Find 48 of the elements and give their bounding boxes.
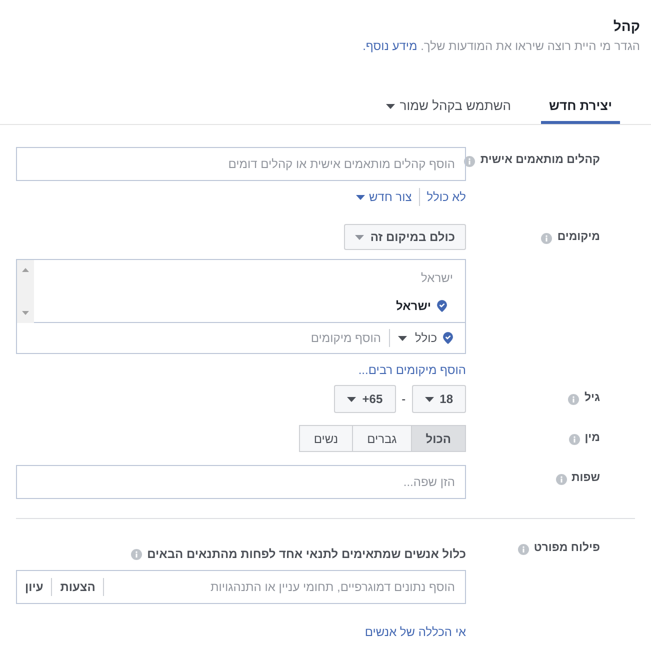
max-age-dropdown[interactable]: +65	[334, 385, 396, 413]
tab[interactable]: השתמש בקהל שמור	[378, 91, 520, 124]
caret-icon	[424, 396, 434, 402]
caret-icon	[347, 396, 356, 402]
location-pin-icon	[437, 300, 447, 312]
learn-more-link[interactable]: מידע נוסף.	[362, 39, 418, 53]
info-icon	[541, 232, 552, 244]
targeting-action-button[interactable]: עיון	[17, 578, 52, 596]
tab[interactable]: יצירת חדש	[541, 91, 620, 124]
min-age-dropdown[interactable]: 18	[412, 385, 466, 413]
caret-icon	[356, 194, 366, 200]
gender-option[interactable]: הכול	[410, 425, 466, 452]
add-location-field[interactable]: הוסף מיקומים	[17, 329, 383, 347]
gender-option[interactable]: גברים	[352, 425, 412, 452]
range-separator: -	[400, 391, 407, 408]
info-icon	[568, 434, 580, 444]
caret-icon	[355, 234, 364, 240]
info-icon	[131, 548, 142, 560]
bulk-locations-link[interactable]: הוסף מיקומים רבים...	[358, 361, 466, 379]
info-icon	[518, 544, 529, 554]
info-icon	[568, 394, 580, 404]
field-label: פילוח מפורט	[534, 540, 600, 556]
targeting-action-button[interactable]: הצעות	[52, 578, 104, 596]
field-label: מיקומים	[557, 230, 600, 246]
field-label: מין	[584, 431, 600, 446]
location-type-dropdown[interactable]: כולם במיקום זה	[344, 224, 466, 250]
field-label: קהלים מותאמים אישית	[480, 152, 600, 168]
custom-audience-field[interactable]: הוסף קהלים מותאמים אישית או קהלים דומים	[16, 147, 466, 181]
include-dropdown[interactable]: כולל	[388, 329, 437, 347]
info-icon	[556, 474, 567, 484]
field-label: גיל	[584, 390, 600, 406]
section-title: קהל	[612, 17, 640, 36]
scrollbar	[17, 260, 34, 322]
field-label: שפות	[572, 471, 600, 486]
gender-option[interactable]: נשים	[298, 425, 354, 452]
create-new-link[interactable]: צור חדש	[356, 188, 419, 206]
caret-icon	[386, 104, 395, 108]
exclude-link[interactable]: לא כולל	[418, 188, 466, 206]
location-pin-icon	[443, 332, 453, 344]
location-item[interactable]: ישראל	[34, 297, 453, 315]
info-icon	[464, 156, 476, 166]
location-group-header: ישראל	[420, 270, 453, 287]
caret-icon	[398, 336, 407, 340]
exclude-people-link[interactable]: אי הכללה של אנשים	[364, 623, 466, 641]
language-field[interactable]: הזן שפה...	[16, 465, 466, 499]
detailed-targeting-field[interactable]: הוסף נתונים דמוגרפיים, תחומי עניין או התנהגויות הצעות עיון	[16, 570, 466, 604]
section-description: הגדר מי היית רוצה שיראו את המודעות שלך. מידע נוסף.	[362, 38, 640, 55]
targeting-instruction: כלול אנשים שמתאימים לתנאי אחד לפחות מהתנאים הבאים	[147, 546, 466, 563]
